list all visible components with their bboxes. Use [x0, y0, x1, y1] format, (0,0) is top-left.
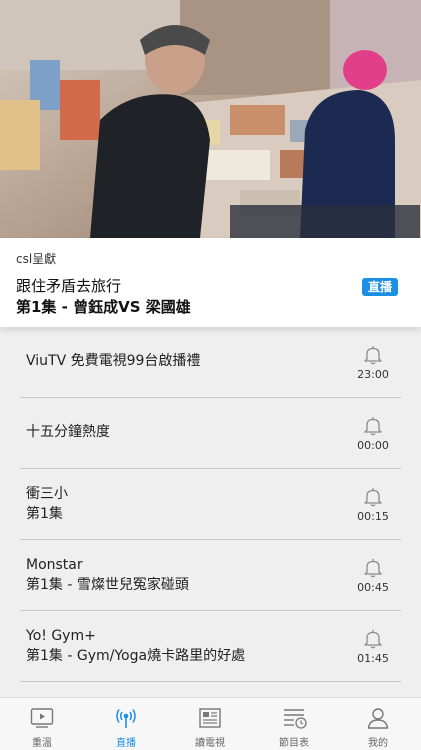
schedule-title: ViuTV 免費電視99台啟播禮 — [26, 353, 201, 369]
bottom-tab-bar: 重溫 直播 讀電視 節目表 我的 — [0, 697, 421, 750]
schedule-time: 01:45 — [357, 652, 389, 665]
replay-tv-icon — [30, 708, 54, 728]
schedule-subtitle: 第1集 — [26, 506, 63, 522]
now-playing-card: csl呈獻 跟住矛盾去旅行 第1集 - 曾鈺成VS 梁國雄 直播 — [0, 238, 421, 327]
schedule-list: ViuTV 免費電視99台啟播禮 23:00 十五分鐘熱度 00:00 衝三小 … — [20, 327, 401, 682]
bell-icon[interactable] — [362, 486, 384, 508]
tab-live[interactable]: 直播 — [84, 698, 168, 750]
schedule-row[interactable]: Yo! Gym+ 第1集 - Gym/Yoga燒卡路里的好處 01:45 — [20, 611, 401, 682]
program-title: 跟住矛盾去旅行 — [16, 277, 122, 295]
schedule-row[interactable]: Monstar 第1集 - 雪燦世兒冤家碰頭 00:45 — [20, 540, 401, 611]
live-badge: 直播 — [361, 278, 398, 296]
schedule-row[interactable]: ViuTV 免費電視99台啟播禮 23:00 — [20, 327, 401, 398]
live-broadcast-icon — [116, 709, 136, 728]
schedule-title: Monstar — [26, 557, 83, 573]
bell-icon[interactable] — [362, 557, 384, 579]
schedule-icon — [284, 709, 307, 729]
schedule-subtitle: 第1集 - Gym/Yoga燒卡路里的好處 — [26, 648, 246, 664]
schedule-row[interactable]: 十五分鐘熱度 00:00 — [20, 398, 401, 469]
newspaper-icon — [199, 708, 221, 728]
tab-label: 讀電視 — [195, 738, 225, 749]
schedule-title: 十五分鐘熱度 — [26, 424, 110, 440]
tab-replay[interactable]: 重溫 — [0, 698, 84, 750]
tab-label: 重溫 — [32, 738, 52, 749]
schedule-row[interactable]: 衝三小 第1集 00:15 — [20, 469, 401, 540]
schedule-time: 00:00 — [357, 439, 389, 452]
tab-label: 節目表 — [279, 738, 309, 749]
video-player[interactable] — [0, 0, 421, 238]
presenter-label: csl呈獻 — [16, 252, 57, 266]
schedule-subtitle: 第1集 - 雪燦世兒冤家碰頭 — [26, 577, 189, 593]
tab-profile[interactable]: 我的 — [336, 698, 420, 750]
tab-schedule[interactable]: 節目表 — [252, 698, 336, 750]
bell-icon[interactable] — [362, 344, 384, 366]
tab-label: 直播 — [116, 738, 136, 749]
tab-label: 我的 — [368, 738, 388, 749]
schedule-title: 衝三小 — [26, 486, 68, 502]
program-episode: 第1集 - 曾鈺成VS 梁國雄 — [16, 298, 191, 316]
schedule-time: 00:15 — [357, 510, 389, 523]
bell-icon[interactable] — [362, 628, 384, 650]
tab-read-tv[interactable]: 讀電視 — [168, 698, 252, 750]
video-frame — [0, 0, 421, 238]
schedule-time: 23:00 — [357, 368, 389, 381]
schedule-time: 00:45 — [357, 581, 389, 594]
bell-icon[interactable] — [362, 415, 384, 437]
app-screen: csl呈獻 跟住矛盾去旅行 第1集 - 曾鈺成VS 梁國雄 直播 ViuTV 免… — [0, 0, 421, 750]
profile-icon — [367, 708, 389, 729]
schedule-title: Yo! Gym+ — [26, 628, 96, 644]
